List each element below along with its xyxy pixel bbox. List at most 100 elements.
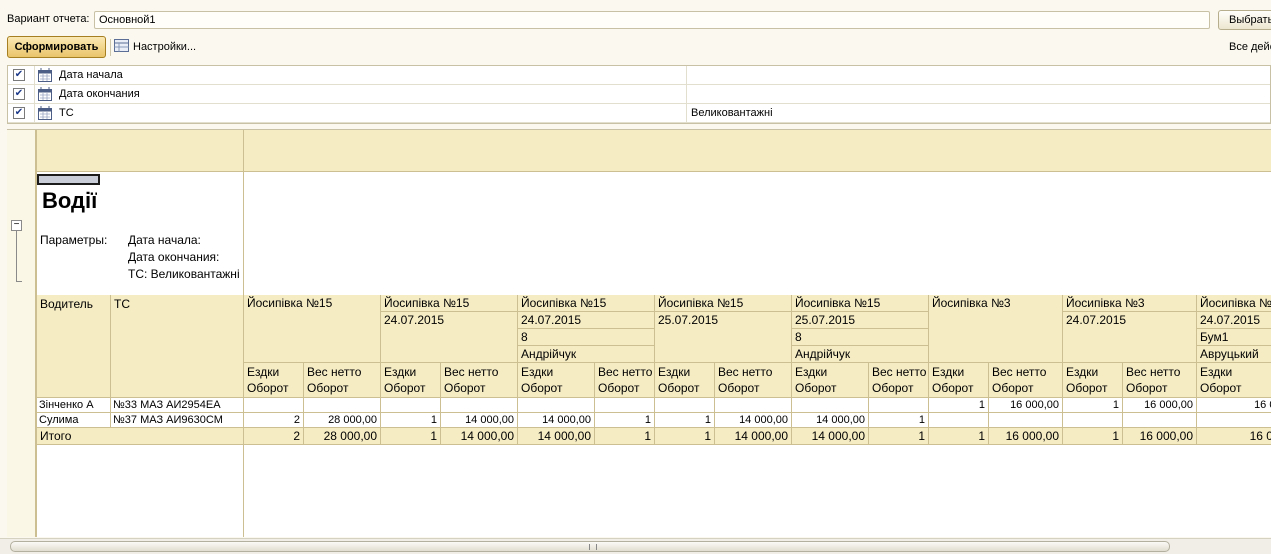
- cell-value: 1: [1063, 398, 1123, 413]
- toolbar-separator: [110, 39, 111, 56]
- cell-value: [304, 398, 381, 413]
- cell-value: 2: [244, 413, 304, 428]
- header-metric-line: Вес нетто: [598, 365, 653, 379]
- header-metric-line: Оборот: [795, 381, 837, 395]
- total-value: 1: [595, 428, 655, 445]
- total-value: 1: [1063, 428, 1123, 445]
- variant-label: Вариант отчета:: [7, 13, 90, 25]
- header-metric-line: Вес нетто: [992, 365, 1047, 379]
- cell-value: [869, 398, 929, 413]
- header-vehicle: ТС: [111, 295, 244, 398]
- calendar-icon: [38, 106, 52, 120]
- all-actions-button[interactable]: Все действия: [1229, 41, 1271, 53]
- cell-driver: Зінченко А: [37, 398, 111, 413]
- header-group-place: Йосипівка №15: [381, 295, 518, 312]
- cell-value: [441, 398, 518, 413]
- header-group-place: Йосипівка №3: [1063, 295, 1197, 312]
- scrollbar-thumb[interactable]: [10, 541, 1170, 552]
- generate-button[interactable]: Сформировать: [7, 36, 106, 58]
- checkbox-checked-icon[interactable]: ✔: [13, 69, 25, 81]
- cell-vehicle: №33 МАЗ АИ2954ЕА: [111, 398, 244, 413]
- header-metric-line: Вес нетто: [1126, 365, 1181, 379]
- header-metric-line: Оборот: [384, 381, 426, 395]
- cell-value: 16 000,00: [1197, 398, 1271, 413]
- total-value: 2: [244, 428, 304, 445]
- total-label: Итого: [40, 429, 72, 443]
- total-value: 1: [869, 428, 929, 445]
- cell-value: 16 000,00: [989, 398, 1063, 413]
- settings-button[interactable]: Настройки...: [114, 38, 196, 56]
- header-metric-line: Оборот: [658, 381, 700, 395]
- header-group-date: 24.07.2015: [1197, 312, 1271, 329]
- header-metric-line: Оборот: [872, 381, 914, 395]
- cell-value: 14 000,00: [441, 413, 518, 428]
- column-divider: [686, 104, 687, 123]
- cell-value: [655, 398, 715, 413]
- settings-row[interactable]: ✔ Дата окончания: [8, 85, 1270, 104]
- calendar-icon: [38, 87, 52, 101]
- settings-row[interactable]: ✔ ТС Великовантажні: [8, 104, 1270, 123]
- cell-value: [1063, 413, 1123, 428]
- total-value: 14 000,00: [518, 428, 595, 445]
- header-metric-line: Оборот: [1126, 381, 1168, 395]
- collapse-icon[interactable]: −: [11, 220, 22, 231]
- params-label: Параметры:: [40, 233, 108, 247]
- header-metric: Вес нетто Оборот: [304, 363, 381, 398]
- header-group-place: Йосипівка №3: [929, 295, 1063, 363]
- total-value: 14 000,00: [715, 428, 792, 445]
- header-group-place: Йосипівка №15: [655, 295, 792, 312]
- settings-icon: [114, 38, 130, 56]
- header-metric: Ездки Оборот: [929, 363, 989, 398]
- total-value: 1: [929, 428, 989, 445]
- header-metric: Ездки Оборот: [244, 363, 304, 398]
- header-metric: Вес нетто Оборот: [441, 363, 518, 398]
- setting-value[interactable]: Великовантажні: [691, 107, 773, 119]
- choose-variant-button[interactable]: Выбрать: [1218, 10, 1271, 30]
- header-metric-line: Оборот: [307, 381, 349, 395]
- settings-label: Настройки...: [133, 41, 197, 53]
- cell-value: 1: [869, 413, 929, 428]
- header-group-person: Андрійчук: [518, 346, 655, 363]
- report-sheet[interactable]: − Водії Параметры: Дата начала: Дата око…: [7, 129, 1271, 537]
- selected-cell[interactable]: [37, 174, 100, 185]
- header-metric-line: Ездки: [658, 365, 691, 379]
- header-metric-line: Вес нетто: [872, 365, 927, 379]
- header-metric-line: Оборот: [718, 381, 760, 395]
- param-line: ТС: Великовантажні: [128, 267, 240, 281]
- header-metric: Вес нетто Оборот: [1123, 363, 1197, 398]
- header-metric-line: Ездки: [795, 365, 828, 379]
- setting-name: Дата окончания: [59, 88, 140, 100]
- header-metric-line: Оборот: [932, 381, 974, 395]
- column-header-strip: [7, 130, 1271, 172]
- checkbox-checked-icon[interactable]: ✔: [13, 107, 25, 119]
- header-metric-line: Оборот: [1200, 381, 1242, 395]
- report-title: Водії: [42, 188, 98, 213]
- column-divider: [34, 104, 35, 123]
- settings-table: ✔ Дата начала ✔ Дата окончания ✔ ТС Вели…: [7, 65, 1271, 124]
- header-metric-line: Оборот: [521, 381, 563, 395]
- header-group-number: 8: [792, 329, 929, 346]
- header-metric-line: Ездки: [247, 365, 280, 379]
- column-divider: [34, 85, 35, 104]
- cell-value: 1: [929, 398, 989, 413]
- checkbox-checked-icon[interactable]: ✔: [13, 88, 25, 100]
- header-group-place: Йосипівка №15: [792, 295, 929, 312]
- header-group-person: Авруцький: [1197, 346, 1271, 363]
- total-value: 14 000,00: [792, 428, 869, 445]
- cell-value: 14 000,00: [518, 413, 595, 428]
- header-metric-line: Вес нетто: [307, 365, 362, 379]
- header-metric: Ездки Оборот: [792, 363, 869, 398]
- header-metric-line: Ездки: [1200, 365, 1233, 379]
- settings-row[interactable]: ✔ Дата начала: [8, 66, 1270, 85]
- header-metric: Вес нетто Оборот: [595, 363, 655, 398]
- variant-field[interactable]: Основной1: [94, 11, 1210, 29]
- cell-value: 28 000,00: [304, 413, 381, 428]
- column-divider: [686, 66, 687, 85]
- header-metric-line: Оборот: [247, 381, 289, 395]
- header-metric: Ездки Оборот: [518, 363, 595, 398]
- cell-value: 14 000,00: [715, 413, 792, 428]
- header-group-date: 24.07.2015: [518, 312, 655, 329]
- total-value: 16 000,00: [1197, 428, 1271, 445]
- header-metric-line: Оборот: [444, 381, 486, 395]
- header-metric: Ездки Оборот: [1197, 363, 1271, 398]
